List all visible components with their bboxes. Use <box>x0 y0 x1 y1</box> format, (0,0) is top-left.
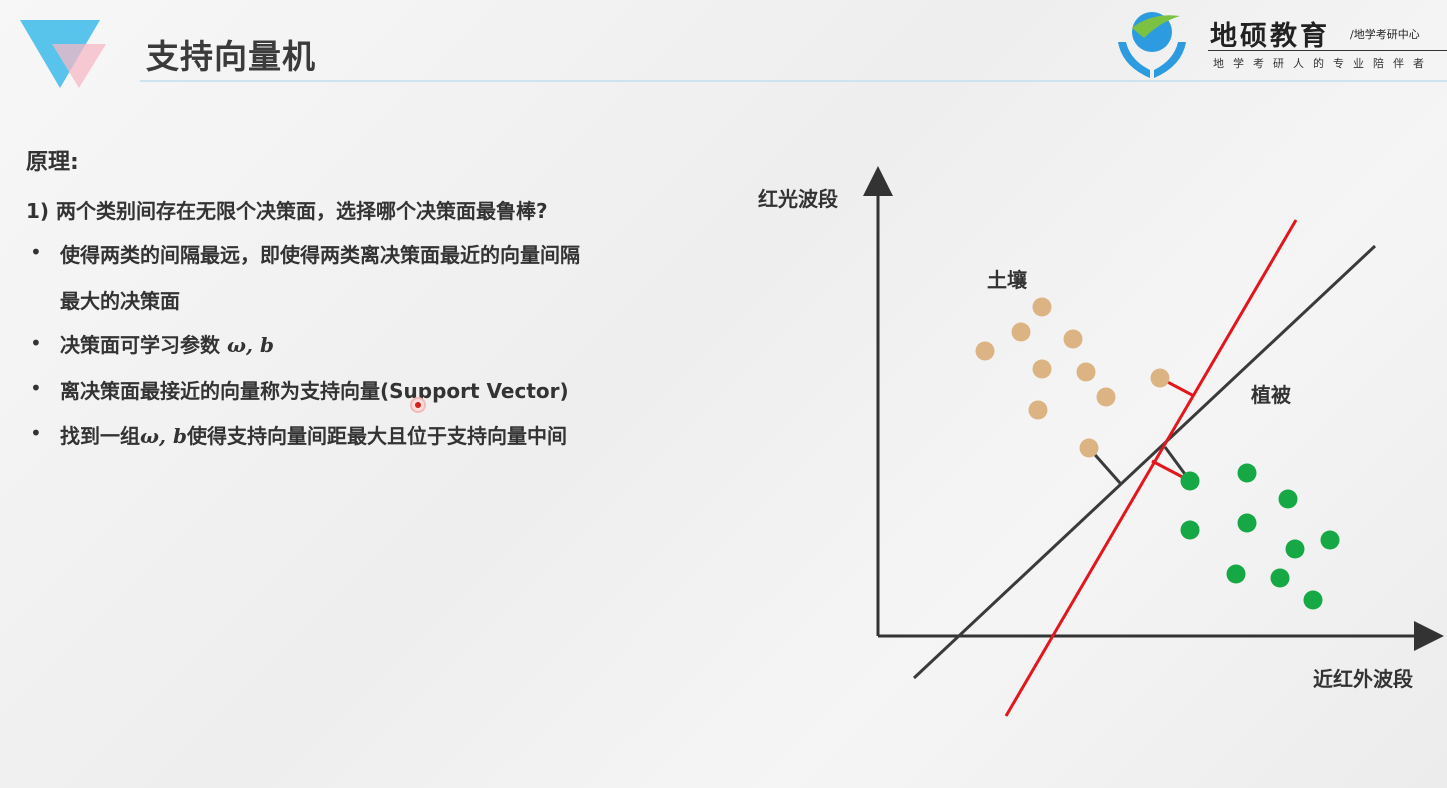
vegetation-point <box>1237 463 1257 483</box>
x-axis-label: 近红外波段 <box>1313 667 1413 691</box>
soil-points <box>975 297 1170 458</box>
vegetation-point <box>1237 513 1257 533</box>
soil-point <box>1032 297 1052 317</box>
soil-point <box>1028 400 1048 420</box>
svm-diagram <box>863 166 1444 717</box>
soil-point <box>975 341 995 361</box>
vegetation-point <box>1278 489 1298 509</box>
vegetation-class-label: 植被 <box>1251 383 1291 407</box>
vegetation-point <box>1303 590 1323 610</box>
vegetation-point <box>1285 539 1305 559</box>
vegetation-point <box>1180 520 1200 540</box>
optimal-decision-line <box>912 244 1377 680</box>
vegetation-points <box>1180 463 1340 610</box>
soil-point <box>1096 387 1116 407</box>
soil-point <box>1063 329 1083 349</box>
soil-point <box>1150 368 1170 388</box>
soil-point <box>1076 362 1096 382</box>
vegetation-point <box>1226 564 1246 584</box>
vegetation-point <box>1180 471 1200 491</box>
y-axis-label: 红光波段 <box>758 187 838 211</box>
vegetation-point <box>1320 530 1340 550</box>
soil-point <box>1011 322 1031 342</box>
soil-point <box>1079 438 1099 458</box>
soil-class-label: 土壤 <box>987 268 1027 292</box>
soil-point <box>1032 359 1052 379</box>
vegetation-point <box>1270 568 1290 588</box>
